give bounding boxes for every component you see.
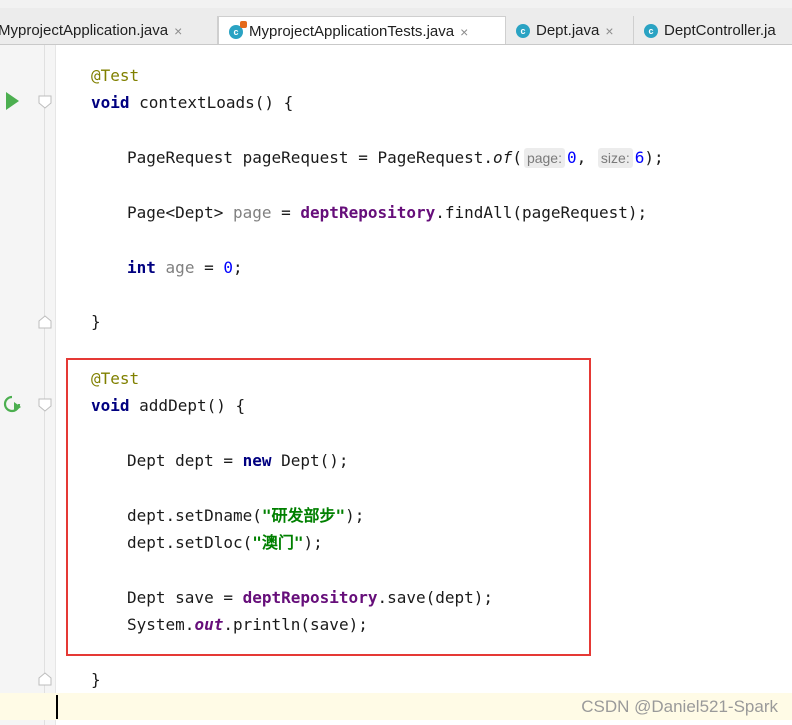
fold-start-icon[interactable] <box>38 95 52 109</box>
close-icon[interactable]: × <box>174 23 182 39</box>
code-line[interactable]: PageRequest pageRequest = PageRequest.of… <box>127 144 664 171</box>
field-reference: deptRepository <box>300 203 436 222</box>
fold-end-icon[interactable] <box>38 315 52 329</box>
editor-tab-bar: MyprojectApplication.java × c MyprojectA… <box>0 8 792 45</box>
keyword: void <box>91 93 130 112</box>
unused-variable: age <box>165 258 195 277</box>
code-text: = <box>271 203 301 222</box>
number-literal: 0 <box>567 148 577 167</box>
fold-start-icon[interactable] <box>38 398 52 412</box>
fold-guide <box>44 45 45 725</box>
method-signature: contextLoads() { <box>129 93 294 112</box>
tab-label: DeptController.ja <box>664 22 776 39</box>
tab-label: MyprojectApplicationTests.java <box>249 23 455 40</box>
code-line[interactable]: } <box>91 308 101 335</box>
tab-myproject-application-tests[interactable]: c MyprojectApplicationTests.java × <box>218 16 506 44</box>
code-text: ( <box>512 148 522 167</box>
static-method: of <box>493 148 513 167</box>
code-text: Page<Dept> <box>127 203 233 222</box>
code-line[interactable]: int age = 0; <box>127 254 243 281</box>
tab-label: Dept.java <box>536 22 600 39</box>
editor-gutter <box>0 45 56 725</box>
tab-dept[interactable]: c Dept.java × <box>506 16 634 44</box>
class-icon: c <box>516 23 530 38</box>
code-text: .findAll(pageRequest); <box>435 203 648 222</box>
closing-brace: } <box>91 312 101 331</box>
code-line[interactable]: void contextLoads() { <box>91 89 293 116</box>
code-line[interactable]: @Test <box>91 62 139 89</box>
class-icon: c <box>644 23 658 38</box>
unused-variable: page <box>232 203 272 222</box>
watermark: CSDN @Daniel521-Spark <box>581 697 778 716</box>
annotation: @Test <box>91 66 140 85</box>
close-icon[interactable]: × <box>460 24 468 40</box>
parameter-hint: size: <box>597 148 633 168</box>
tab-dept-controller[interactable]: c DeptController.ja <box>634 16 792 44</box>
rerun-test-icon[interactable] <box>2 394 22 414</box>
code-line[interactable]: Page<Dept> page = deptRepository.findAll… <box>127 199 647 226</box>
keyword: int <box>127 258 156 277</box>
text-caret <box>56 695 58 719</box>
breadcrumb-strip <box>0 0 792 8</box>
tab-myproject-application[interactable]: MyprojectApplication.java × <box>0 16 218 44</box>
code-editor[interactable]: @Test void contextLoads() { PageRequest … <box>0 45 792 725</box>
number-literal: 6 <box>634 148 645 167</box>
test-marker-icon <box>240 20 247 28</box>
fold-end-icon[interactable] <box>38 672 52 686</box>
code-text: ; <box>233 258 243 277</box>
class-icon: c <box>229 20 247 39</box>
number-literal: 0 <box>223 258 233 277</box>
parameter-hint: page: <box>523 148 565 168</box>
highlight-box <box>66 358 591 656</box>
close-icon[interactable]: × <box>605 23 613 39</box>
code-text: ); <box>644 148 664 167</box>
code-text: = <box>194 258 224 277</box>
run-test-icon[interactable] <box>6 92 19 110</box>
closing-brace: } <box>91 670 101 689</box>
tab-label: MyprojectApplication.java <box>0 22 169 39</box>
code-text: , <box>576 148 587 167</box>
code-text: PageRequest pageRequest = PageRequest. <box>127 148 494 167</box>
code-line[interactable]: } <box>91 666 101 693</box>
